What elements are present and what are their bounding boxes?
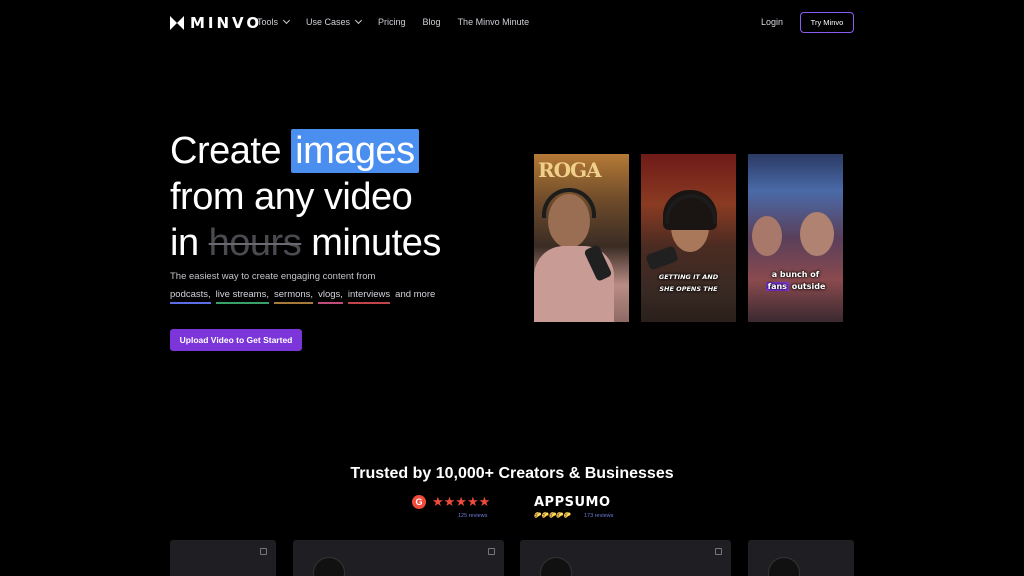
- avatar: [313, 557, 345, 576]
- caption-highlight: fans: [765, 282, 789, 291]
- external-link-icon[interactable]: [260, 548, 267, 555]
- video-thumbnail-1[interactable]: ROGA: [534, 154, 629, 322]
- nav-pricing[interactable]: Pricing: [378, 17, 406, 27]
- testimonial-card[interactable]: [748, 540, 854, 576]
- tags-suffix: and more: [395, 289, 436, 300]
- hero-minutes-word: minutes: [311, 222, 441, 264]
- testimonial-card[interactable]: [520, 540, 731, 576]
- upload-video-button[interactable]: Upload Video to Get Started: [170, 329, 302, 351]
- video-caption-3: a bunch of fans outside: [748, 269, 843, 293]
- g2-reviews-count: 125 reviews: [458, 513, 488, 519]
- testimonial-card[interactable]: [293, 540, 504, 576]
- hero-highlight-word: images: [291, 129, 419, 173]
- chevron-down-icon: [282, 16, 291, 25]
- hero-title: Create images from any video in hours mi…: [170, 128, 441, 266]
- testimonial-card[interactable]: [170, 540, 276, 576]
- headphones-icon: [542, 188, 596, 218]
- g2-rating[interactable]: G ★★★★★ 125 reviews: [412, 494, 491, 519]
- caption-line-2: SHE OPENS THE: [659, 285, 718, 293]
- hero-strike-word: hours: [208, 222, 302, 264]
- minvo-logo[interactable]: MINVO: [170, 14, 262, 32]
- tag-podcasts[interactable]: podcasts,: [170, 289, 211, 304]
- taco-rating-icons: 🌮🌮🌮🌮🌮: [534, 513, 572, 519]
- appsumo-logo: APPSUMO: [534, 495, 611, 510]
- top-nav: MINVO Tools Use Cases Pricing Blog The M…: [0, 0, 1024, 46]
- appsumo-rating[interactable]: APPSUMO 🌮🌮🌮🌮🌮 173 reviews: [534, 495, 613, 519]
- avatar: [768, 557, 800, 576]
- caption-line-2: fans outside: [748, 281, 843, 293]
- hero-in-word: in: [170, 222, 199, 264]
- person-face: [752, 216, 782, 256]
- trust-heading: Trusted by 10,000+ Creators & Businesses: [350, 465, 674, 482]
- nav-minvo-minute-label: The Minvo Minute: [457, 17, 530, 27]
- g2-logo-icon: G: [412, 495, 426, 509]
- nav-use-cases-label: Use Cases: [306, 17, 351, 27]
- nav-links: Tools Use Cases Pricing Blog The Minvo M…: [257, 16, 546, 27]
- hero-line-1: Create images: [170, 128, 441, 174]
- external-link-icon[interactable]: [715, 548, 722, 555]
- nav-tools[interactable]: Tools: [257, 16, 291, 27]
- video-caption-2: GETTING IT AND SHE OPENS THE: [641, 271, 736, 295]
- nav-blog[interactable]: Blog: [423, 17, 441, 27]
- caption-line-1: a bunch of: [771, 270, 820, 279]
- nav-pricing-label: Pricing: [378, 17, 406, 27]
- person-face: [800, 212, 834, 256]
- hero-subtitle: The easiest way to create engaging conte…: [170, 271, 376, 282]
- tag-interviews[interactable]: interviews: [347, 289, 391, 304]
- microphone-icon: [645, 245, 679, 271]
- tag-vlogs[interactable]: vlogs,: [318, 289, 343, 304]
- caption-rest: outside: [791, 282, 826, 291]
- chevron-down-icon: [354, 16, 363, 25]
- caption-line-1: GETTING IT AND: [658, 273, 719, 281]
- nav-tools-label: Tools: [257, 17, 279, 27]
- video-thumbnail-2[interactable]: GETTING IT AND SHE OPENS THE: [641, 154, 736, 322]
- appsumo-reviews-count: 173 reviews: [584, 513, 614, 519]
- nav-use-cases[interactable]: Use Cases: [306, 16, 363, 27]
- login-link[interactable]: Login: [761, 17, 783, 27]
- nav-blog-label: Blog: [422, 17, 441, 27]
- logo-text: MINVO: [190, 14, 263, 32]
- video-thumbnail-3[interactable]: a bunch of fans outside: [748, 154, 843, 322]
- tag-sermons[interactable]: sermons,: [274, 289, 314, 304]
- g2-stars: ★★★★★: [432, 494, 491, 509]
- hero-line-3: in hours minutes: [170, 220, 441, 266]
- minvo-logo-icon: [170, 16, 184, 30]
- hero-create-word: Create: [170, 130, 282, 172]
- nav-minvo-minute[interactable]: The Minvo Minute: [458, 17, 530, 27]
- tag-live-streams[interactable]: live streams,: [215, 289, 269, 304]
- hero-line-2: from any video: [170, 176, 413, 218]
- external-link-icon[interactable]: [488, 548, 495, 555]
- try-minvo-button[interactable]: Try Minvo: [800, 12, 854, 33]
- video-sign-text: ROGA: [538, 158, 602, 182]
- use-case-tags: podcasts, live streams, sermons, vlogs, …: [170, 289, 435, 304]
- avatar: [540, 557, 572, 576]
